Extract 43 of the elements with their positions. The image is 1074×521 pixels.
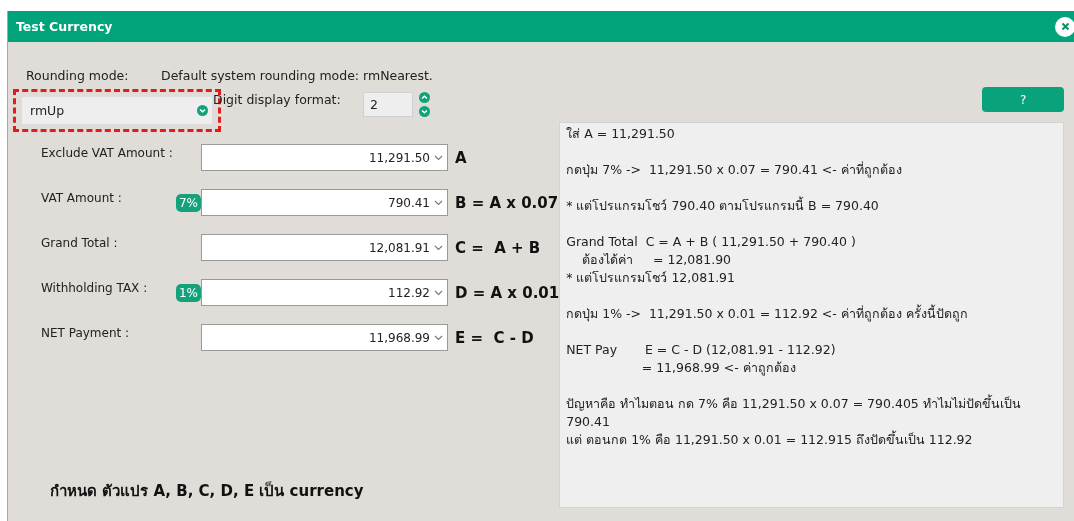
field-label: Exclude VAT Amount : xyxy=(41,145,172,160)
default-rounding-note: Default system rounding mode: rmNearest. xyxy=(161,67,433,83)
rounding-label: Rounding mode: xyxy=(26,67,130,83)
amount-field[interactable]: 112.92 xyxy=(201,279,448,306)
caret-icon xyxy=(434,334,443,341)
note-line: ต้องได้ค่า = 12,081.90 xyxy=(581,251,733,269)
note-line: กดปุ่ม 1% -> 11,291.50 x 0.01 = 112.92 <- ค่าที่ถูกต้อง ครั้งนี้ปัดถูก xyxy=(566,305,969,323)
note-line: * แต่โปรแกรมโชว์ 790.40 ตามโปรแกรมนี้ B = 790.40 xyxy=(566,197,880,215)
amount-field[interactable]: 11,291.50 xyxy=(201,144,448,171)
chevron-down-icon[interactable] xyxy=(197,105,208,116)
caret-icon xyxy=(434,244,443,251)
close-icon xyxy=(1060,22,1070,31)
note-line: = 11,968.99 <- ค่าถูกต้อง xyxy=(640,359,797,377)
note-line: แต่ ตอนกด 1% คือ 11,291.50 x 0.01 = 112.915 ถึงปัดขึ้นเป็น 112.92 xyxy=(566,431,974,449)
caret-icon xyxy=(434,154,443,161)
note-line: กดปุ่ม 7% -> 11,291.50 x 0.07 = 790.41 <- ค่าที่ถูกต้อง xyxy=(566,161,903,179)
note-line: Grand Total C = A + B ( 11,291.50 + 790.40 ) xyxy=(566,233,857,251)
note-line: NET Pay E = C - D (12,081.91 - 112.92) xyxy=(566,341,837,359)
digit-format-label: Digit display format: xyxy=(213,92,342,107)
formula: B = A x 0.07 xyxy=(455,193,559,212)
amount-field[interactable]: 11,968.99 xyxy=(201,324,448,351)
formula: D = A x 0.01 xyxy=(455,283,560,302)
rounding-combobox[interactable]: rmUp xyxy=(21,96,213,125)
field-label: Grand Total : xyxy=(41,235,119,250)
field-label: NET Payment : xyxy=(41,325,131,340)
note-line: ปัญหาคือ ทำไมตอน กด 7% คือ 11,291.50 x 0.07 = 790.405 ทำไมไม่ปัดขึ้นเป็น 790.41 xyxy=(566,395,1022,430)
close-button[interactable] xyxy=(1055,16,1074,37)
footer-note: กำหนด ตัวแปร A, B, C, D, E เป็น currency xyxy=(49,480,365,502)
field-label: VAT Amount : xyxy=(41,190,123,205)
note-line: ใส่ A = 11,291.50 xyxy=(566,125,676,143)
amount-field[interactable]: 790.41 xyxy=(201,189,448,216)
amount-field[interactable]: 12,081.91 xyxy=(201,234,448,261)
window-title: Test Currency xyxy=(16,19,113,34)
chevron-down-icon[interactable] xyxy=(419,106,430,117)
caret-icon xyxy=(434,289,443,296)
chevron-up-icon[interactable] xyxy=(419,92,430,103)
digit-format-field[interactable]: 2 xyxy=(363,92,413,117)
formula: E = C - D xyxy=(455,328,534,347)
note-line: * แต่โปรแกรมโชว์ 12,081.91 xyxy=(566,269,737,287)
field-label: Withholding TAX : xyxy=(41,280,149,295)
caret-icon xyxy=(434,199,443,206)
formula: C = A + B xyxy=(455,238,541,257)
formula: A xyxy=(455,148,467,167)
